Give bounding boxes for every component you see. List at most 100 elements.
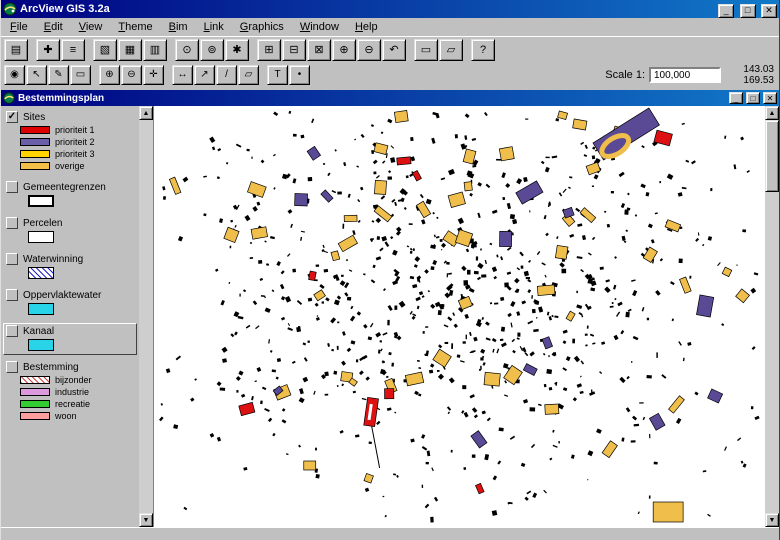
close-button[interactable]: ✕ bbox=[761, 3, 777, 18]
zoom-out-button[interactable]: ⊖ bbox=[357, 39, 381, 61]
text-tool[interactable]: T bbox=[267, 65, 288, 85]
measure-tool[interactable]: ↔ bbox=[172, 65, 193, 85]
menu-edit[interactable]: Edit bbox=[36, 19, 71, 35]
zoom-selected-button[interactable]: ⊠ bbox=[307, 39, 331, 61]
tool-buttons: ◉ ↖ ✎ ▭ ⊕ ⊖ ✛ ↔ ↗ / ▱ T • bbox=[4, 65, 310, 85]
map-scroll-thumb[interactable] bbox=[765, 120, 779, 192]
scale-label: Scale 1: bbox=[605, 69, 645, 81]
select-feature-tool[interactable]: ▭ bbox=[70, 65, 91, 85]
menu-theme[interactable]: Theme bbox=[110, 19, 160, 35]
pointer-tool[interactable]: ↖ bbox=[26, 65, 47, 85]
theme-name: Oppervlaktewater bbox=[23, 289, 102, 301]
zoom-active-theme-button[interactable]: ⊟ bbox=[282, 39, 306, 61]
legend-item: recreatie bbox=[20, 399, 134, 409]
zoom-full-extent-button[interactable]: ⊞ bbox=[257, 39, 281, 61]
legend-item-label: bijzonder bbox=[55, 375, 92, 385]
menu-file[interactable]: File bbox=[2, 19, 36, 35]
locate-address-button[interactable]: ⊚ bbox=[200, 39, 224, 61]
vertex-edit-tool[interactable]: ✎ bbox=[48, 65, 69, 85]
legend-item bbox=[20, 303, 134, 315]
map-canvas[interactable] bbox=[154, 106, 765, 527]
map-scrollbar[interactable]: ▲ ▼ bbox=[765, 106, 779, 527]
legend-swatch bbox=[28, 195, 54, 207]
document-icon bbox=[3, 92, 15, 104]
document-title: Bestemmingsplan bbox=[18, 92, 105, 104]
zoom-out-tool[interactable]: ⊖ bbox=[121, 65, 142, 85]
legend-item: prioriteit 1 bbox=[20, 125, 134, 135]
legend-panel: ✓ Sites prioriteit 1 prioriteit 2 prioriteit… bbox=[1, 106, 139, 527]
minimize-button[interactable]: _ bbox=[718, 3, 735, 18]
legend-item-label: industrie bbox=[55, 387, 90, 397]
help-button[interactable]: ? bbox=[471, 39, 495, 61]
map-scroll-track[interactable] bbox=[765, 120, 779, 513]
draw-polygon-tool[interactable]: ▱ bbox=[238, 65, 259, 85]
status-bar bbox=[1, 527, 779, 540]
open-theme-table-button[interactable]: ▦ bbox=[118, 39, 142, 61]
menu-help[interactable]: Help bbox=[347, 19, 386, 35]
menu-bim[interactable]: Bim bbox=[161, 19, 196, 35]
legend-swatch bbox=[28, 231, 54, 243]
legend-item-label: prioriteit 3 bbox=[55, 149, 95, 159]
maximize-button[interactable]: □ bbox=[739, 3, 756, 18]
legend-theme-sites[interactable]: ✓ Sites prioriteit 1 prioriteit 2 prioriteit… bbox=[3, 109, 137, 175]
legend-swatch bbox=[20, 150, 50, 158]
legend-scroll-up-icon[interactable]: ▲ bbox=[139, 106, 153, 120]
zoom-in-tool[interactable]: ⊕ bbox=[99, 65, 120, 85]
document-close-button[interactable]: ✕ bbox=[763, 92, 777, 104]
map-scroll-up-icon[interactable]: ▲ bbox=[765, 106, 779, 120]
legend-scrollbar[interactable]: ▲ ▼ bbox=[139, 106, 153, 527]
theme-checkbox[interactable] bbox=[6, 289, 18, 301]
map-scroll-down-icon[interactable]: ▼ bbox=[765, 513, 779, 527]
scale-input[interactable] bbox=[649, 67, 721, 83]
query-builder-button[interactable]: ✱ bbox=[225, 39, 249, 61]
legend-theme-bestemming[interactable]: Bestemming bijzonder industrie recreatie woo… bbox=[3, 359, 137, 425]
legend-theme-waterwinning[interactable]: Waterwinning bbox=[3, 251, 137, 283]
clear-selection-button[interactable]: ▱ bbox=[439, 39, 463, 61]
map-view[interactable] bbox=[153, 106, 765, 527]
view-content: ✓ Sites prioriteit 1 prioriteit 2 prioriteit… bbox=[1, 106, 779, 527]
find-button[interactable]: ⊙ bbox=[175, 39, 199, 61]
document-maximize-button[interactable]: □ bbox=[746, 92, 760, 104]
draw-line-tool[interactable]: / bbox=[216, 65, 237, 85]
pan-tool[interactable]: ✛ bbox=[143, 65, 164, 85]
menu-view[interactable]: View bbox=[71, 19, 111, 35]
zoom-in-button[interactable]: ⊕ bbox=[332, 39, 356, 61]
save-project-button[interactable]: ▤ bbox=[4, 39, 28, 61]
legend-item bbox=[20, 339, 134, 351]
hotlink-tool[interactable]: ↗ bbox=[194, 65, 215, 85]
legend-theme-kanaal[interactable]: Kanaal bbox=[3, 323, 137, 355]
theme-checkbox[interactable] bbox=[6, 253, 18, 265]
create-chart-button[interactable]: ▥ bbox=[143, 39, 167, 61]
legend-swatch bbox=[20, 162, 50, 170]
add-theme-button[interactable]: ✚ bbox=[36, 39, 60, 61]
legend-scroll-down-icon[interactable]: ▼ bbox=[139, 513, 153, 527]
legend-item: prioriteit 3 bbox=[20, 149, 134, 159]
theme-properties-button[interactable]: ≡ bbox=[61, 39, 85, 61]
theme-checkbox[interactable] bbox=[6, 361, 18, 373]
theme-checkbox[interactable] bbox=[6, 325, 18, 337]
edit-legend-button[interactable]: ▧ bbox=[93, 39, 117, 61]
tool-toolbar: ◉↖✎▭ ⊕⊖✛ ↔↗/▱ T• Scale 1: 143.03 169.53 bbox=[1, 63, 779, 87]
menu-link[interactable]: Link bbox=[196, 19, 232, 35]
theme-checkbox[interactable] bbox=[6, 181, 18, 193]
identify-tool[interactable]: ◉ bbox=[4, 65, 25, 85]
coordinate-display: 143.03 169.53 bbox=[730, 64, 774, 86]
document-minimize-button[interactable]: _ bbox=[729, 92, 743, 104]
arcview-logo-icon bbox=[3, 2, 17, 16]
zoom-previous-button[interactable]: ↶ bbox=[382, 39, 406, 61]
theme-checkbox[interactable]: ✓ bbox=[6, 111, 18, 123]
legend-theme-oppervlaktewater[interactable]: Oppervlaktewater bbox=[3, 287, 137, 319]
legend-scroll-track[interactable] bbox=[139, 120, 153, 513]
legend-item: woon bbox=[20, 411, 134, 421]
select-features-button[interactable]: ▭ bbox=[414, 39, 438, 61]
menu-bar: File Edit View Theme Bim Link Graphics Window He… bbox=[1, 18, 779, 36]
menu-window[interactable]: Window bbox=[292, 19, 347, 35]
main-toolbar: ▤ ✚ ≡ ▧ ▦ ▥ ⊙ ⊚ ✱ ⊞ ⊟ ⊠ ⊕ ⊖ ↶ ▭ ▱? bbox=[1, 36, 779, 63]
legend-theme-gemeentegrenzen[interactable]: Gemeentegrenzen bbox=[3, 179, 137, 211]
legend-theme-percelen[interactable]: Percelen bbox=[3, 215, 137, 247]
menu-graphics[interactable]: Graphics bbox=[232, 19, 292, 35]
draw-point-tool[interactable]: • bbox=[289, 65, 310, 85]
theme-checkbox[interactable] bbox=[6, 217, 18, 229]
legend-item bbox=[20, 195, 134, 207]
legend-item bbox=[20, 231, 134, 243]
